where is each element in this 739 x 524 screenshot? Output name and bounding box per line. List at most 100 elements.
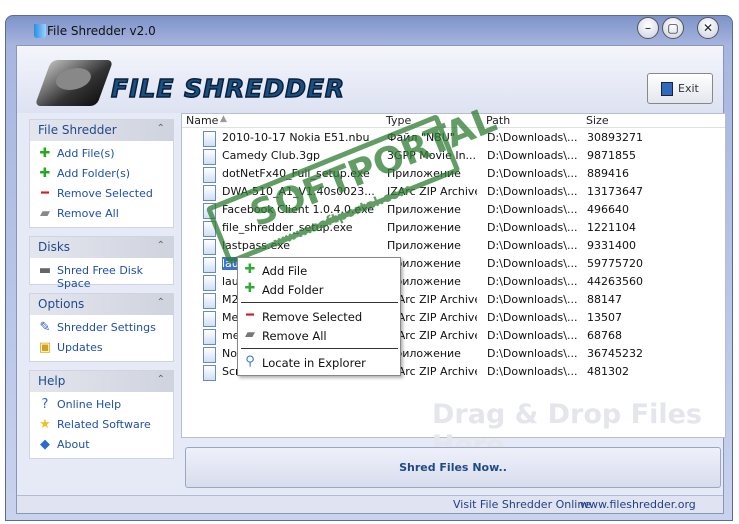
menu-remove-all[interactable]: ▰ Remove All <box>238 326 400 345</box>
cell-path: D:\Downloads\... <box>487 221 578 234</box>
collapse-chevron-icon[interactable]: ⌃ <box>157 123 165 134</box>
cell-type: IZArc ZIP Archive <box>387 185 477 198</box>
plus-icon: ✚ <box>244 281 256 296</box>
star-icon: ★ <box>39 417 51 432</box>
maximize-button[interactable]: ▢ <box>662 17 684 39</box>
close-button[interactable]: ✕ <box>697 17 719 39</box>
cell-path: D:\Downloads\... <box>487 293 578 306</box>
sidebar-item[interactable]: ▣ Updates <box>30 338 173 358</box>
sidebar-item-label: About <box>57 438 90 451</box>
menu-add-folder[interactable]: ✚ Add Folder <box>238 280 400 299</box>
cell-type: Файл "NBU" <box>387 131 455 144</box>
sidebar-item[interactable]: ▬ Shred Free Disk Space <box>30 261 173 290</box>
sort-ascending-icon: ▲ <box>220 114 227 124</box>
collapse-chevron-icon[interactable]: ⌃ <box>157 240 165 251</box>
exit-button[interactable]: Exit <box>647 73 713 104</box>
cell-size: 44263560 <box>587 275 643 288</box>
cell-name: DWA-510_A1_V1.40s0023... <box>222 185 375 198</box>
table-row[interactable]: dotNetFx40_Full_setup.exe Приложение D:\Do… <box>182 164 725 183</box>
panel-header[interactable]: File Shredder ⌃ <box>30 120 173 141</box>
cell-size: 889416 <box>587 167 629 180</box>
table-row[interactable]: Camedy Club.3gp 3GPP Movie In... D:\Downlo… <box>182 146 725 165</box>
magnifier-icon: ⚲ <box>245 354 255 369</box>
cell-size: 9331400 <box>587 239 636 252</box>
menu-locate-in-explorer[interactable]: ⚲ Locate in Explorer <box>238 353 400 372</box>
cell-name: lastpass.exe <box>222 239 291 252</box>
sidebar-item-label: Related Software <box>57 418 151 431</box>
menu-label: Add File <box>262 264 308 278</box>
sidebar-item[interactable]: ▰ Remove All <box>30 204 173 224</box>
collapse-chevron-icon[interactable]: ⌃ <box>157 297 165 308</box>
info-icon: ◆ <box>40 437 50 452</box>
app-icon <box>34 24 46 38</box>
menu-remove-selected[interactable]: ━ Remove Selected <box>238 307 400 326</box>
cell-path: D:\Downloads\... <box>487 275 578 288</box>
minus-icon: ━ <box>41 186 49 201</box>
menu-separator <box>241 302 398 303</box>
updates-icon: ▣ <box>38 340 52 355</box>
visit-online-link[interactable]: Visit File Shredder Online <box>453 498 591 511</box>
cell-type: Приложение <box>387 203 461 216</box>
sidebar-item[interactable]: ◆ About <box>30 435 173 455</box>
panel-header[interactable]: Help ⌃ <box>30 371 173 392</box>
cell-path: D:\Downloads\... <box>487 149 578 162</box>
file-icon <box>203 221 216 237</box>
cell-size: 13507 <box>587 311 622 324</box>
table-row[interactable]: lastpass.exe Приложение D:\Downloads\... 93… <box>182 236 725 255</box>
table-row[interactable]: 2010-10-17 Nokia E51.nbu Файл "NBU" D:\Dow… <box>182 128 725 147</box>
cell-size: 68768 <box>587 329 622 342</box>
cell-size: 13173647 <box>587 185 643 198</box>
column-size[interactable]: Size <box>586 114 609 127</box>
sidebar-item-label: Add File(s) <box>57 147 115 160</box>
file-icon <box>203 293 216 309</box>
menu-label: Remove Selected <box>262 310 363 324</box>
plus-icon: ✚ <box>39 146 51 161</box>
sidebar: File Shredder ⌃ ✚ Add File(s) ✚ Add Folder(s)… <box>29 119 174 467</box>
sidebar-item-label: Remove All <box>57 207 119 220</box>
website-link[interactable]: www.fileshredder.org <box>580 498 696 511</box>
column-path[interactable]: Path <box>486 114 510 127</box>
cell-type: Приложение <box>387 167 461 180</box>
table-row[interactable]: DWA-510_A1_V1.40s0023... IZArc ZIP Archiv… <box>182 182 725 201</box>
cell-type: 3GPP Movie In... <box>387 149 477 162</box>
shred-files-button[interactable]: Shred Files Now.. <box>185 447 721 488</box>
column-name[interactable]: Name <box>186 114 218 127</box>
file-icon <box>203 239 216 255</box>
sidebar-item[interactable]: ✎ Shredder Settings <box>30 318 173 338</box>
file-icon <box>203 149 216 165</box>
cell-path: D:\Downloads\... <box>487 203 578 216</box>
cell-size: 59775720 <box>587 257 643 270</box>
cell-path: D:\Downloads\... <box>487 239 578 252</box>
cell-name: Me <box>222 311 239 324</box>
cell-name: Camedy Club.3gp <box>222 149 321 162</box>
file-icon <box>203 257 216 273</box>
window-title: File Shredder v2.0 <box>47 24 156 38</box>
panel-title: Help <box>38 374 66 388</box>
minus-icon: ━ <box>246 308 254 323</box>
menu-add-file[interactable]: ✚ Add File <box>238 261 400 280</box>
cell-size: 1221104 <box>587 221 636 234</box>
sidebar-item[interactable]: ★ Related Software <box>30 415 173 435</box>
file-icon <box>203 275 216 291</box>
panel-header[interactable]: Disks ⌃ <box>30 237 173 258</box>
cell-path: D:\Downloads\... <box>487 257 578 270</box>
cell-path: D:\Downloads\... <box>487 329 578 342</box>
panel-options: Options ⌃ ✎ Shredder Settings ▣ Updates <box>29 293 174 362</box>
table-row[interactable]: Facebook Client 1.0.4.0.exe Приложение D:\… <box>182 200 725 219</box>
table-row[interactable]: file_shredder_setup.exe Приложение D:\Down… <box>182 218 725 237</box>
exit-door-icon <box>661 82 673 96</box>
sidebar-item[interactable]: ✚ Add File(s) <box>30 144 173 164</box>
title-bar: File Shredder v2.0 – ▢ ✕ <box>6 16 732 46</box>
sidebar-item-label: Remove Selected <box>57 187 153 200</box>
minimize-button[interactable]: – <box>637 17 659 39</box>
cell-path: D:\Downloads\... <box>487 347 578 360</box>
sidebar-item[interactable]: ━ Remove Selected <box>30 184 173 204</box>
collapse-chevron-icon[interactable]: ⌃ <box>157 374 165 385</box>
cell-name: No <box>222 347 237 360</box>
cell-name: 2010-10-17 Nokia E51.nbu <box>222 131 370 144</box>
panel-header[interactable]: Options ⌃ <box>30 294 173 315</box>
column-type[interactable]: Type <box>386 114 411 127</box>
sidebar-item[interactable]: ✚ Add Folder(s) <box>30 164 173 184</box>
logo-text: FILE SHREDDER <box>110 73 346 104</box>
sidebar-item[interactable]: ? Online Help <box>30 395 173 415</box>
